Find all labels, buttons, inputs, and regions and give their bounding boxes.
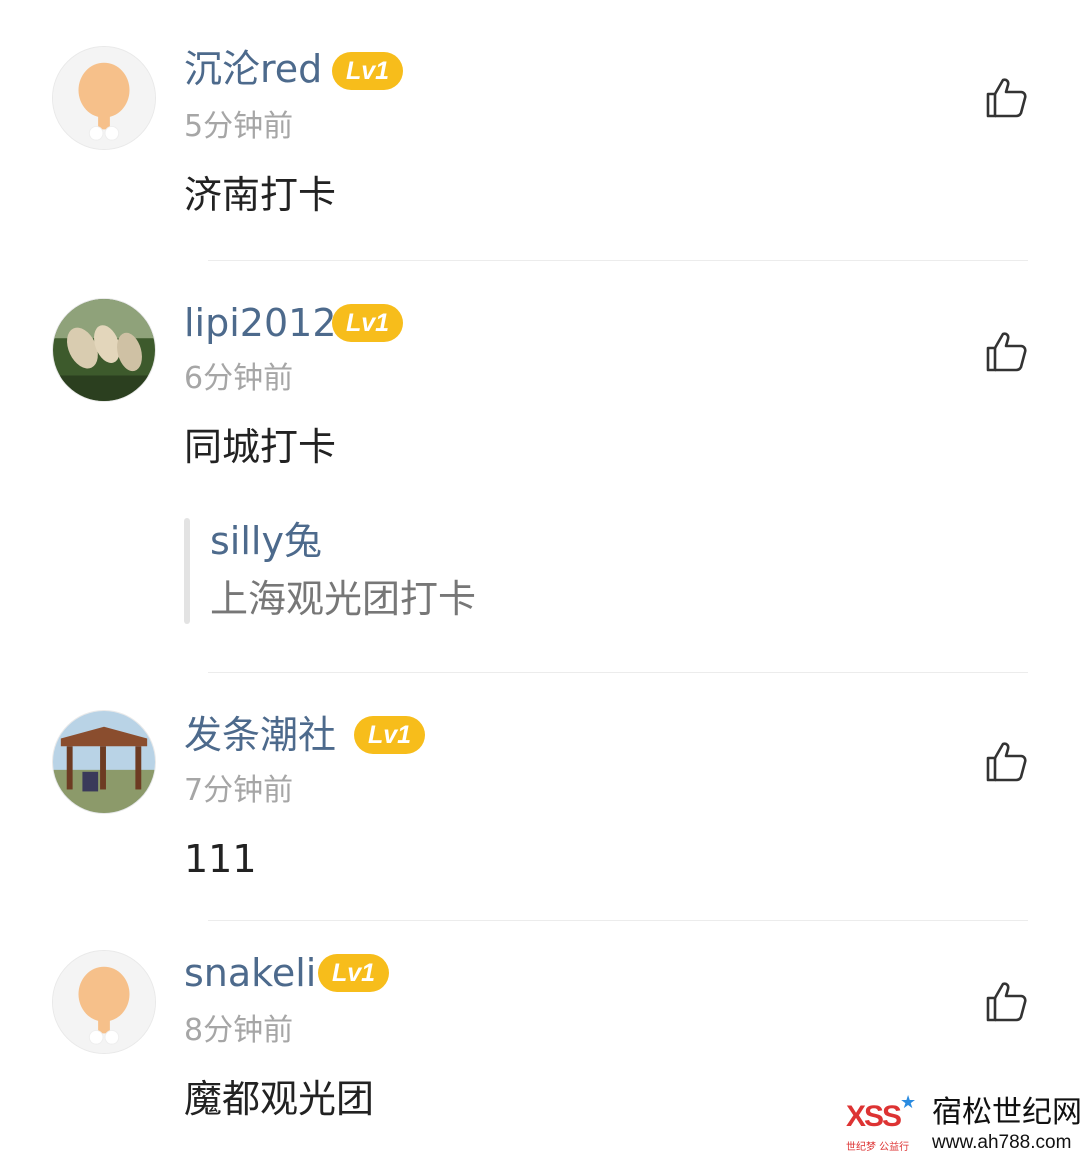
like-button[interactable]	[984, 980, 1028, 1024]
avatar[interactable]	[52, 710, 156, 814]
reply-quote-bar	[184, 518, 190, 624]
timestamp: 6分钟前	[184, 361, 294, 396]
default-chicken-avatar-icon	[53, 951, 155, 1053]
username[interactable]: 沉沦red	[184, 46, 322, 92]
level-badge: Lv1	[354, 716, 426, 754]
divider	[208, 260, 1028, 261]
level-badge: Lv1	[332, 52, 404, 90]
username[interactable]: snakeli	[184, 950, 316, 996]
star-icon: ★	[900, 1092, 917, 1113]
thumbs-up-icon	[986, 982, 1027, 1022]
thumbs-up-icon	[986, 78, 1027, 118]
reply-text: 上海观光团打卡	[210, 577, 477, 621]
level-badge: Lv1	[332, 304, 404, 342]
avatar[interactable]	[52, 298, 156, 402]
avatar[interactable]	[52, 46, 156, 150]
watermark-logo: XSS	[846, 1100, 902, 1133]
watermark-site-name: 宿松世纪网	[932, 1095, 1080, 1130]
divider	[208, 672, 1028, 673]
timestamp: 7分钟前	[184, 773, 294, 808]
photo-avatar-pavilion	[53, 711, 155, 813]
thumbs-up-icon	[986, 332, 1027, 372]
thumbs-up-icon	[986, 742, 1027, 782]
default-chicken-avatar-icon	[53, 47, 155, 149]
comment-text: 济南打卡	[184, 173, 337, 217]
comment-feed: 沉沦red Lv1 5分钟前 济南打卡 lipi2012 Lv1 6分钟前 同城…	[0, 0, 1080, 1163]
like-button[interactable]	[984, 330, 1028, 374]
comment-text: 魔都观光团	[184, 1077, 375, 1121]
like-button[interactable]	[984, 76, 1028, 120]
watermark-subtitle: 世纪梦 公益行	[846, 1142, 910, 1153]
photo-avatar-reeds	[53, 299, 155, 401]
comment-text: 同城打卡	[184, 425, 337, 469]
comment-text: 111	[184, 837, 257, 881]
divider	[208, 920, 1028, 921]
username[interactable]: 发条潮社	[184, 712, 336, 758]
level-badge: Lv1	[318, 954, 390, 992]
watermark-site-url: www.ah788.com	[932, 1132, 1072, 1153]
like-button[interactable]	[984, 740, 1028, 784]
site-watermark: ★ XSS 世纪梦 公益行 宿松世纪网 www.ah788.com	[846, 1092, 1080, 1156]
timestamp: 8分钟前	[184, 1013, 294, 1048]
reply-username[interactable]: silly兔	[210, 518, 322, 564]
username[interactable]: lipi2012	[184, 300, 337, 346]
avatar[interactable]	[52, 950, 156, 1054]
timestamp: 5分钟前	[184, 109, 294, 144]
